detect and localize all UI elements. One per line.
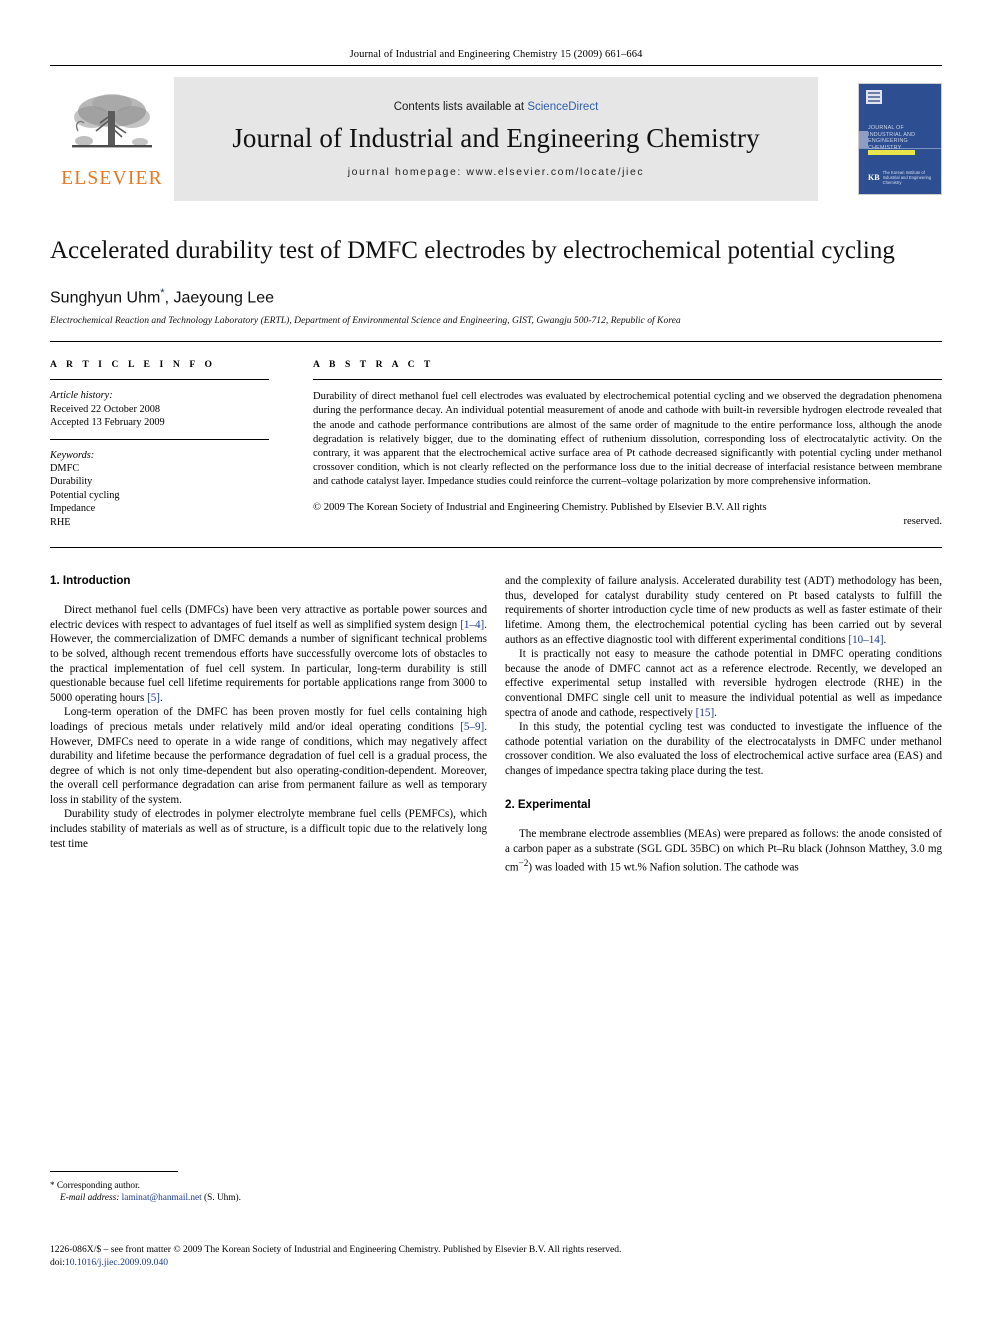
running-head: Journal of Industrial and Engineering Ch… [349,49,643,60]
body-columns: 1. Introduction Direct methanol fuel cel… [50,574,942,875]
affiliation: Electrochemical Reaction and Technology … [50,315,681,327]
paragraph-text: Long-term operation of the DMFC has been… [50,706,487,733]
paragraph: In this study, the potential cycling tes… [505,721,942,777]
paragraph-text: ) was loaded with 15 wt.% Nafion solutio… [528,861,799,874]
paragraph: It is practically not easy to measure th… [505,647,942,720]
cover-title: Journal of Industrial and Engineering Ch… [868,125,916,151]
keywords-block: Keywords: DMFC Durability Potential cycl… [50,440,269,529]
cover-tab [859,131,868,148]
abstract-text: Durability of direct methanol fuel cell … [313,391,942,487]
article-history-block: Article history: Received 22 October 200… [50,380,269,429]
elsevier-logo: ELSEVIER [57,89,167,190]
paragraph: and the complexity of failure analysis. … [505,574,942,647]
abstract-copyright: © 2009 The Korean Society of Industrial … [313,491,942,529]
article-history-label: Article history: [50,390,113,402]
journal-masthead: ELSEVIER Contents lists available at Sci… [50,77,942,201]
accepted-date: Accepted 13 February 2009 [50,417,165,429]
section-heading-introduction: 1. Introduction [50,574,131,588]
info-abstract-region: A R T I C L E I N F O Article history: R… [50,342,942,529]
copyright-text: © 2009 The Korean Society of Industrial … [313,501,767,513]
cover-yellow-band [868,150,915,155]
page-title: Accelerated durability test of DMFC elec… [50,237,895,264]
paragraph-text: . [160,691,163,704]
author-primary: Sunghyun Uhm [50,289,161,307]
citation-link[interactable]: [5] [147,692,160,704]
journal-homepage-link[interactable]: journal homepage: www.elsevier.com/locat… [348,166,645,178]
author-list: Sunghyun Uhm*, Jaeyoung Lee [50,287,942,307]
footnote-marker: * [50,1180,55,1190]
journal-cover-thumbnail: Journal of Industrial and Engineering Ch… [858,83,942,195]
citation-link[interactable]: [1–4] [460,619,484,631]
footnote-block: * Corresponding author. E-mail address: … [50,1171,487,1204]
doi-link[interactable]: 10.1016/j.jiec.2009.09.040 [65,1257,168,1268]
title-block: Accelerated durability test of DMFC elec… [50,235,942,326]
body-column-left: 1. Introduction Direct methanol fuel cel… [50,574,487,875]
paragraph-text: . However, the commercialization of DMFC… [50,618,487,704]
article-page: Journal of Industrial and Engineering Ch… [0,0,992,1323]
journal-cover-cell: Journal of Industrial and Engineering Ch… [818,77,942,201]
journal-title: Journal of Industrial and Engineering Ch… [232,122,760,153]
copyright-reserved: reserved. [903,516,942,528]
article-info-column: A R T I C L E I N F O Article history: R… [50,342,295,529]
corresponding-author-text: Corresponding author. [56,1181,140,1191]
abstract-column: A B S T R A C T Durability of direct met… [295,342,942,529]
doi-label: doi: [50,1257,65,1268]
citation-link[interactable]: [15] [696,707,714,719]
paragraph-text: . [883,633,887,646]
paragraph-text: . [714,706,717,719]
paragraph: Durability study of electrodes in polyme… [50,808,487,850]
paragraph-text: It is practically not easy to measure th… [505,648,942,719]
society-logo: KB [868,173,880,182]
cover-badge-icon [866,90,882,104]
paragraph-text: . However, DMFCs need to operate in a wi… [50,720,487,806]
keyword-item: Durability [50,476,93,488]
email-label: E-mail address: [60,1193,120,1203]
email-link[interactable]: laminat@hanmail.net [122,1193,202,1203]
superscript-exponent: −2 [518,858,529,869]
masthead-banner: Contents lists available at ScienceDirec… [174,77,818,201]
society-name: The Korean Institute of Industrial and E… [882,170,932,185]
keyword-item: Impedance [50,503,96,515]
paragraph: Direct methanol fuel cells (DMFCs) have … [50,603,487,705]
paragraph-text: Direct methanol fuel cells (DMFCs) have … [50,604,487,631]
section-heading-experimental: 2. Experimental [505,798,591,812]
doi-line: doi:10.1016/j.jiec.2009.09.040 [50,1256,942,1269]
citation-link[interactable]: [5–9] [460,721,484,733]
body-column-right: and the complexity of failure analysis. … [505,574,942,875]
contents-available-line: Contents lists available at ScienceDirec… [394,101,599,113]
cover-society-mark: KB The Korean Institute of Industrial an… [868,170,933,185]
email-owner: (S. Uhm). [204,1193,241,1203]
publisher-logo-cell: ELSEVIER [50,77,174,201]
article-info-heading: A R T I C L E I N F O [50,359,216,371]
author-secondary: , Jaeyoung Lee [164,289,274,307]
elsevier-tree-icon [72,93,152,147]
footnote-rule [50,1171,178,1172]
email-note: E-mail address: laminat@hanmail.net (S. … [50,1192,487,1204]
abstract-heading: A B S T R A C T [313,359,434,371]
received-date: Received 22 October 2008 [50,403,161,415]
keywords-label: Keywords: [50,449,95,461]
front-matter-line: 1226-086X/$ – see front matter © 2009 Th… [50,1244,622,1255]
elsevier-wordmark: ELSEVIER [61,167,163,189]
keyword-item: Potential cycling [50,489,120,501]
citation-link[interactable]: [10–14] [848,634,883,646]
corresponding-author-note: * Corresponding author. [50,1179,487,1192]
running-head-rule [50,65,942,66]
page-footer: 1226-086X/$ – see front matter © 2009 Th… [50,1243,942,1269]
keyword-item: RHE [50,516,71,528]
sciencedirect-link[interactable]: ScienceDirect [527,101,598,113]
contents-prefix: Contents lists available at [393,100,525,113]
paragraph: The membrane electrode assemblies (MEAs)… [505,827,942,874]
abstract-bottom-rule [50,547,942,549]
keyword-item: DMFC [50,462,80,474]
paragraph: Long-term operation of the DMFC has been… [50,705,487,807]
